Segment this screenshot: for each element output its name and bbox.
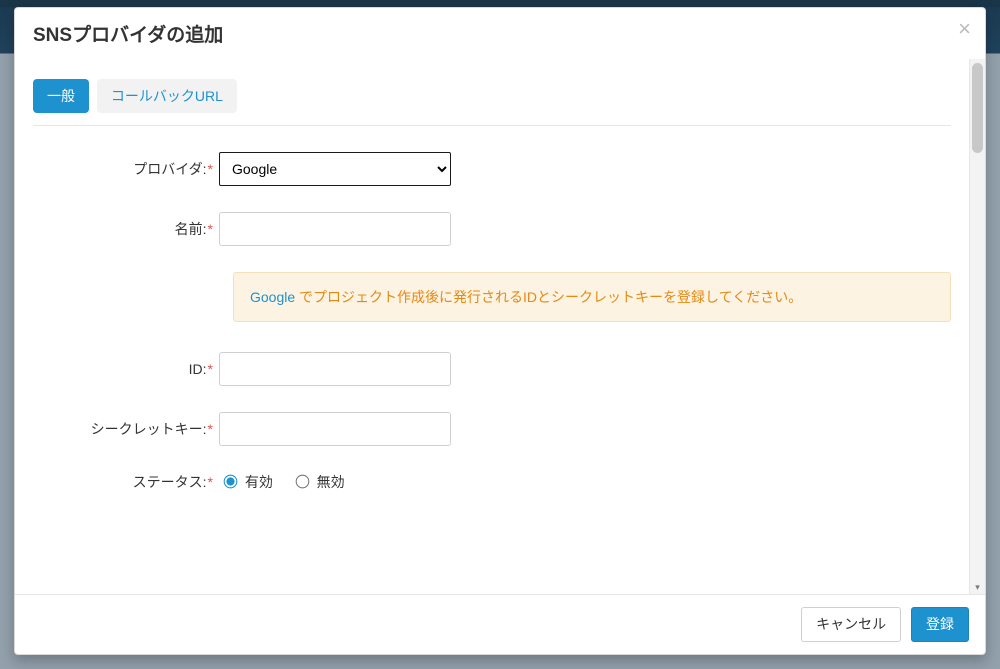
radio-disabled[interactable] (295, 475, 309, 489)
tab-callback-url[interactable]: コールバックURL (97, 79, 237, 113)
radio-enabled[interactable] (224, 475, 238, 489)
cancel-button[interactable]: キャンセル (801, 607, 901, 642)
info-spacer (33, 272, 233, 322)
required-marker: * (208, 474, 213, 490)
info-link-google[interactable]: Google (250, 289, 295, 305)
close-icon[interactable]: × (958, 18, 971, 40)
submit-button[interactable]: 登録 (911, 607, 969, 642)
modal-title: SNSプロバイダの追加 (33, 20, 967, 47)
row-name: 名前:* (33, 212, 951, 246)
form-general: プロバイダ:* Google 名前:* (33, 126, 951, 492)
required-marker: * (208, 221, 213, 237)
label-status: ステータス:* (33, 472, 219, 492)
page-header-strip (0, 0, 1000, 7)
row-id: ID:* (33, 352, 951, 386)
label-name: 名前:* (33, 219, 219, 239)
row-secret: シークレットキー:* (33, 412, 951, 446)
required-marker: * (208, 161, 213, 177)
label-secret: シークレットキー:* (33, 419, 219, 439)
label-secret-text: シークレットキー: (91, 421, 207, 437)
row-status: ステータス:* 有効 無効 (33, 472, 951, 492)
provider-select[interactable]: Google (219, 152, 451, 186)
name-input[interactable] (219, 212, 451, 246)
radio-enabled-label[interactable]: 有効 (219, 474, 277, 490)
row-info: Google でプロジェクト作成後に発行されるIDとシークレットキーを登録してく… (33, 272, 951, 322)
secret-input[interactable] (219, 412, 451, 446)
scroll-down-icon[interactable]: ▾ (970, 580, 985, 594)
modal-footer: キャンセル 登録 (15, 594, 985, 654)
label-provider: プロバイダ:* (33, 159, 219, 179)
radio-enabled-text: 有効 (245, 474, 273, 490)
scrollbar-thumb[interactable] (972, 63, 983, 153)
label-id: ID:* (33, 361, 219, 377)
modal-header: SNSプロバイダの追加 × (15, 8, 985, 59)
modal-body: ▴ ▾ 一般 コールバックURL プロバイダ:* Google (15, 59, 985, 594)
tab-general[interactable]: 一般 (33, 79, 89, 113)
radio-disabled-label[interactable]: 無効 (291, 474, 345, 490)
info-text: でプロジェクト作成後に発行されるIDとシークレットキーを登録してください。 (295, 289, 802, 305)
id-input[interactable] (219, 352, 451, 386)
row-provider: プロバイダ:* Google (33, 152, 951, 186)
label-name-text: 名前: (175, 221, 207, 237)
info-alert: Google でプロジェクト作成後に発行されるIDとシークレットキーを登録してく… (233, 272, 951, 322)
required-marker: * (208, 361, 213, 377)
scrollbar[interactable]: ▴ ▾ (969, 59, 985, 594)
tab-bar: 一般 コールバックURL (33, 63, 951, 126)
label-id-text: ID: (189, 361, 207, 377)
label-status-text: ステータス: (133, 474, 207, 490)
status-radio-group: 有効 無効 (219, 472, 951, 492)
modal-add-sns-provider: SNSプロバイダの追加 × ▴ ▾ 一般 コールバックURL プロバイダ:* (14, 7, 986, 655)
radio-disabled-text: 無効 (317, 474, 345, 490)
required-marker: * (208, 421, 213, 437)
label-provider-text: プロバイダ: (133, 161, 206, 177)
